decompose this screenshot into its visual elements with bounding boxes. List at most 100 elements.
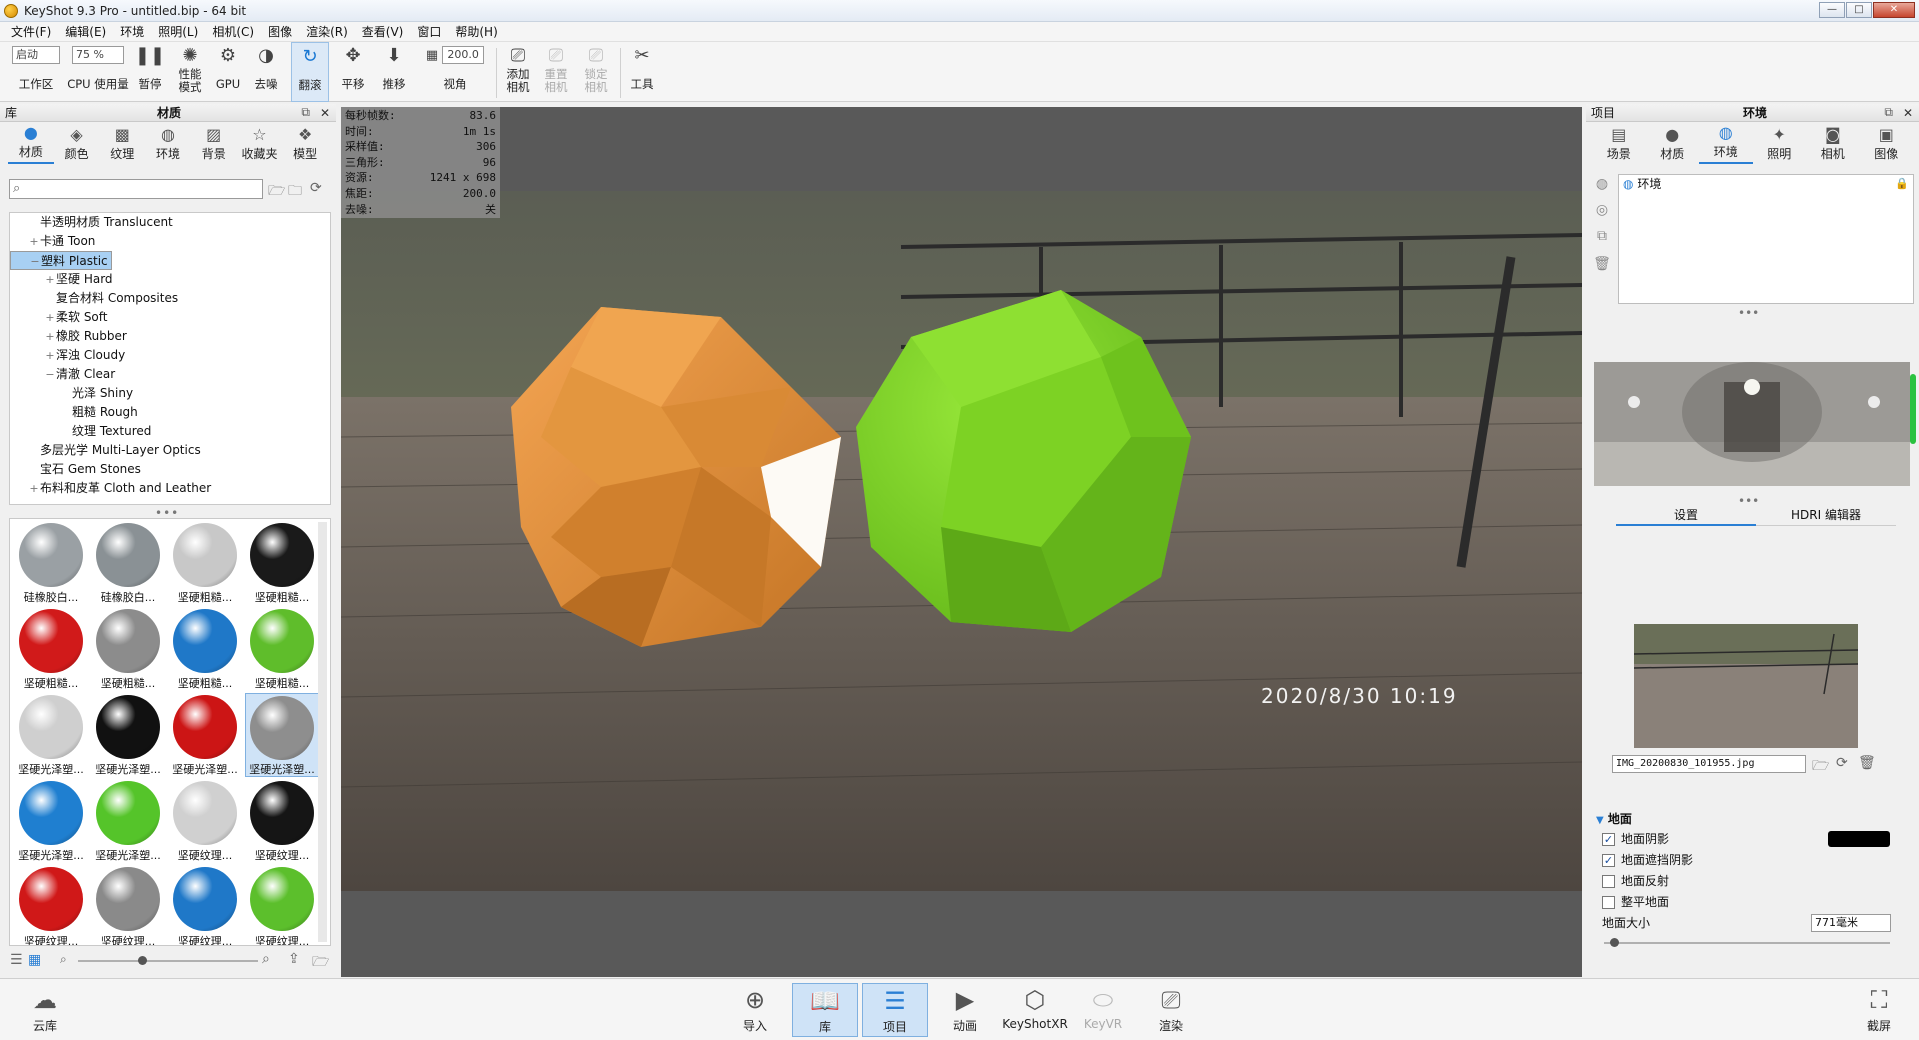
- project-button[interactable]: ☰ 项目: [862, 983, 928, 1037]
- material-thumbnail[interactable]: 坚硬光泽塑...: [91, 779, 165, 863]
- hdri-preview[interactable]: [1594, 362, 1910, 486]
- performance-mode-button[interactable]: ✺ 性能 模式: [172, 42, 208, 102]
- gpu-button[interactable]: ⚙ GPU: [212, 42, 244, 102]
- delete-environment-icon[interactable]: 🗑: [1592, 254, 1612, 274]
- ground-shadow-color-swatch[interactable]: [1828, 831, 1890, 847]
- material-thumbnail[interactable]: 硅橡胶白...: [14, 521, 88, 605]
- tab-environments[interactable]: ◍ 环境: [145, 125, 191, 164]
- ground-size-slider[interactable]: [1604, 938, 1890, 947]
- flatten-ground-row[interactable]: 整平地面: [1602, 893, 1669, 910]
- tree-item[interactable]: −清澈 Clear: [10, 365, 330, 384]
- keyshotxr-button[interactable]: ⬡ KeyShotXR: [1000, 983, 1070, 1037]
- tab-image[interactable]: ▣ 图像: [1860, 125, 1914, 164]
- material-thumbnail[interactable]: 坚硬纹理...: [168, 779, 242, 863]
- menu-window[interactable]: 窗口: [410, 23, 448, 40]
- material-thumbnail[interactable]: 坚硬粗糙...: [14, 607, 88, 691]
- tree-item[interactable]: +浑浊 Cloudy: [10, 346, 330, 365]
- keyvr-button[interactable]: ⬭ KeyVR: [1070, 983, 1136, 1037]
- reload-file-icon[interactable]: ⟳: [1836, 755, 1848, 771]
- animation-button[interactable]: ▶ 动画: [932, 983, 998, 1037]
- flatten-ground-checkbox[interactable]: [1602, 896, 1615, 909]
- copy-environment-icon[interactable]: ⧉: [1592, 226, 1612, 246]
- tree-item[interactable]: +坚硬 Hard: [10, 270, 330, 289]
- material-thumbnail[interactable]: 坚硬光泽塑...: [245, 693, 319, 777]
- tab-material[interactable]: ● 材质: [1646, 125, 1700, 164]
- dolly-button[interactable]: ⬇ 推移: [375, 42, 413, 102]
- undock-icon[interactable]: ⧉: [301, 105, 310, 120]
- cpu-usage-select[interactable]: 75 %: [72, 46, 124, 64]
- menu-lighting[interactable]: 照明(L): [151, 23, 205, 40]
- expand-icon[interactable]: +: [44, 270, 56, 289]
- ground-shadow-checkbox[interactable]: ✓: [1602, 833, 1615, 846]
- material-thumbnail[interactable]: 坚硬纹理...: [245, 779, 319, 863]
- refresh-icon[interactable]: ⟳: [310, 180, 322, 196]
- menu-camera[interactable]: 相机(C): [205, 23, 261, 40]
- material-thumbnail[interactable]: 坚硬纹理...: [245, 865, 319, 945]
- tab-colors[interactable]: ◈ 颜色: [54, 125, 100, 164]
- collapse-icon[interactable]: −: [44, 365, 56, 384]
- hdri-scroll-indicator[interactable]: [1910, 374, 1916, 444]
- tree-item[interactable]: 宝石 Gem Stones: [10, 460, 330, 479]
- ground-reflection-row[interactable]: 地面反射: [1602, 872, 1669, 889]
- screenshot-button[interactable]: ⛶ 截屏: [1846, 983, 1912, 1037]
- duplicate-environment-icon[interactable]: ◎: [1592, 200, 1612, 220]
- menu-view[interactable]: 查看(V): [355, 23, 411, 40]
- add-environment-icon[interactable]: ◍: [1592, 174, 1612, 194]
- ground-reflection-checkbox[interactable]: [1602, 875, 1615, 888]
- tree-item[interactable]: 纹理 Textured: [10, 422, 330, 441]
- fov-input[interactable]: 200.0: [442, 46, 485, 64]
- material-thumbnail[interactable]: 坚硬纹理...: [91, 865, 165, 945]
- tree-item[interactable]: +柔软 Soft: [10, 308, 330, 327]
- thumbnail-scrollbar[interactable]: [318, 522, 327, 942]
- expand-icon[interactable]: +: [44, 308, 56, 327]
- expand-icon[interactable]: +: [44, 346, 56, 365]
- subtab-hdri-editor[interactable]: HDRI 编辑器: [1756, 506, 1896, 526]
- tab-camera[interactable]: ◙ 相机: [1806, 125, 1860, 164]
- remove-file-icon[interactable]: 🗑: [1858, 755, 1876, 771]
- tab-favorites[interactable]: ☆ 收藏夹: [237, 125, 283, 164]
- menu-file[interactable]: 文件(F): [4, 23, 58, 40]
- environment-list-item[interactable]: ◍ 环境 🔒: [1619, 175, 1913, 193]
- material-thumbnail[interactable]: 坚硬光泽塑...: [14, 693, 88, 777]
- folder-open-icon[interactable]: 🗀: [288, 180, 302, 204]
- material-thumbnail[interactable]: 坚硬纹理...: [14, 865, 88, 945]
- tree-item[interactable]: 复合材料 Composites: [10, 289, 330, 308]
- open-file-icon[interactable]: 🗁: [1812, 755, 1829, 779]
- reset-camera-button[interactable]: ⎚ 重置 相机: [538, 42, 574, 102]
- material-thumbnail[interactable]: 坚硬粗糙...: [168, 607, 242, 691]
- pause-button[interactable]: ❚❚ 暂停: [134, 42, 166, 102]
- pan-button[interactable]: ✥ 平移: [334, 42, 372, 102]
- denoise-button[interactable]: ◑ 去噪: [248, 42, 284, 102]
- thumbnail-size-slider[interactable]: [78, 956, 258, 965]
- project-close-icon[interactable]: ✕: [1903, 106, 1913, 120]
- lock-camera-button[interactable]: ⎚ 锁定 相机: [578, 42, 614, 102]
- menu-image[interactable]: 图像: [261, 23, 299, 40]
- tree-item[interactable]: +卡通 Toon: [10, 232, 330, 251]
- maximize-button[interactable]: □: [1846, 2, 1872, 18]
- import-button[interactable]: ⊕ 导入: [722, 983, 788, 1037]
- library-search-field[interactable]: ⌕: [9, 179, 263, 199]
- env-splitter-icon[interactable]: •••: [1738, 306, 1759, 320]
- library-button[interactable]: 📖 库: [792, 983, 858, 1037]
- cloud-library-button[interactable]: ☁ 云库: [12, 983, 78, 1037]
- expand-icon[interactable]: +: [44, 327, 56, 346]
- render-button[interactable]: ⎚ 渲染: [1138, 983, 1204, 1037]
- tumble-button[interactable]: ↻ 翻滚: [291, 42, 329, 102]
- ground-occlusion-row[interactable]: ✓ 地面遮挡阴影: [1602, 851, 1693, 868]
- minimize-button[interactable]: —: [1819, 2, 1845, 18]
- list-view-icon[interactable]: ☰: [10, 952, 23, 968]
- ground-size-slider-knob[interactable]: [1609, 938, 1619, 947]
- library-close-icon[interactable]: ✕: [320, 106, 330, 120]
- ground-section-header[interactable]: ▼ 地面: [1596, 810, 1632, 827]
- menu-environment[interactable]: 环境: [113, 23, 151, 40]
- workspace-select[interactable]: 启动: [12, 46, 60, 64]
- tree-item[interactable]: 光泽 Shiny: [10, 384, 330, 403]
- material-thumbnail[interactable]: 坚硬粗糙...: [91, 607, 165, 691]
- material-thumbnail[interactable]: 坚硬粗糙...: [245, 521, 319, 605]
- subtab-settings[interactable]: 设置: [1616, 506, 1756, 526]
- expand-icon[interactable]: +: [28, 232, 40, 251]
- tab-environment[interactable]: ◍ 环境: [1699, 123, 1753, 164]
- material-thumbnail[interactable]: 坚硬光泽塑...: [14, 779, 88, 863]
- library-search-input[interactable]: [28, 181, 258, 197]
- material-thumbnail[interactable]: 坚硬光泽塑...: [168, 693, 242, 777]
